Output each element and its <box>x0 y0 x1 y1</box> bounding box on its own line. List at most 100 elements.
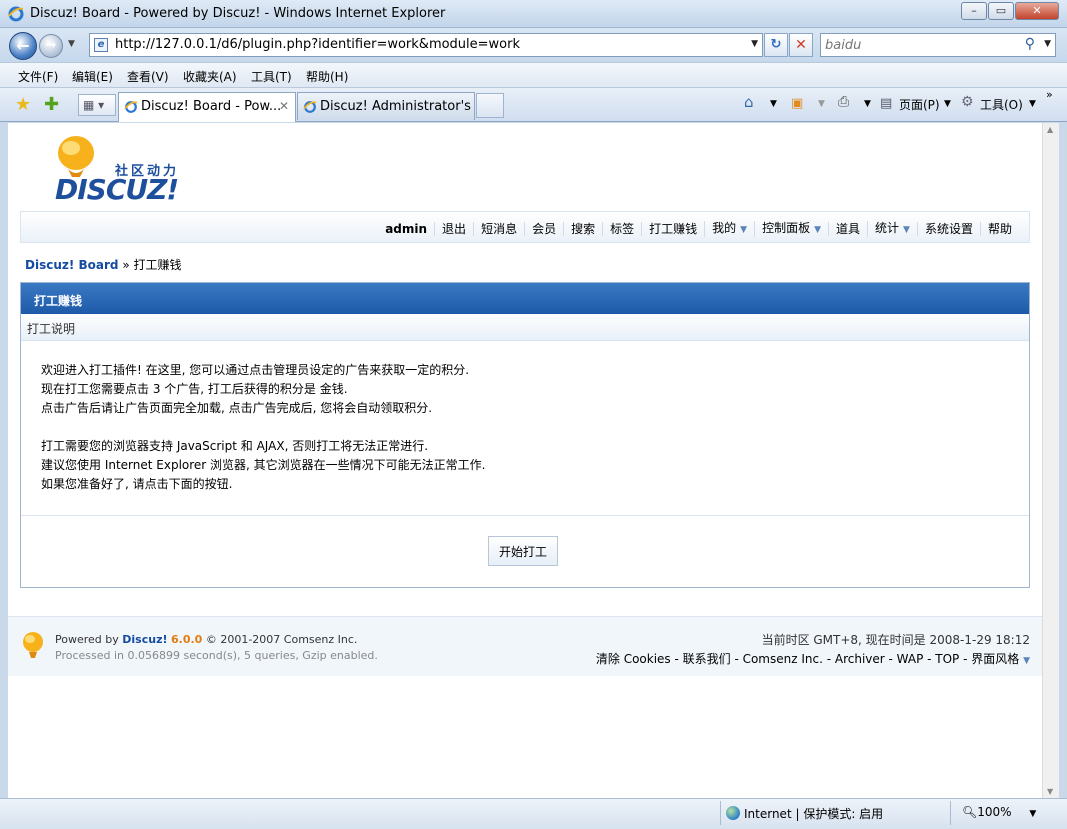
more-commands-icon[interactable]: » <box>1046 88 1053 101</box>
nav-tools[interactable]: 道具 <box>828 222 867 236</box>
nav-control-panel[interactable]: 控制面板 ▼ <box>754 221 828 237</box>
nav-help[interactable]: 帮助 <box>979 222 1019 236</box>
page-menu-icon[interactable]: ▤ <box>880 96 892 111</box>
nav-members[interactable]: 会员 <box>524 222 563 236</box>
processed-info: Processed in 0.056899 second(s), 5 queri… <box>55 649 378 662</box>
menu-view[interactable]: 查看(V) <box>127 68 169 85</box>
feeds-dropdown-icon[interactable]: ▼ <box>818 99 825 109</box>
footer-links-text[interactable]: 清除 Cookies - 联系我们 - Comsenz Inc. - Archi… <box>596 652 1019 666</box>
ie-logo-icon <box>8 6 24 22</box>
tab-discuz-admin[interactable]: Discuz! Administrator's ... <box>297 92 475 120</box>
window-title: Discuz! Board - Powered by Discuz! - Win… <box>30 6 446 21</box>
back-button[interactable]: ← <box>9 32 37 60</box>
version-link[interactable]: 6.0.0 <box>171 633 202 646</box>
refresh-button[interactable]: ↻ <box>764 33 788 57</box>
panel-title: 打工赚钱 <box>21 283 1029 314</box>
start-work-button[interactable]: 开始打工 <box>488 536 558 566</box>
page-menu-dropdown-icon[interactable]: ▼ <box>944 99 951 109</box>
discuz-link[interactable]: Discuz! <box>122 633 167 646</box>
nav-logout[interactable]: 退出 <box>434 222 473 236</box>
favorites-star-icon[interactable]: ★ <box>15 94 31 115</box>
address-row: ← → ▼ e http://127.0.0.1/d6/plugin.php?i… <box>0 28 1067 62</box>
breadcrumb-current: 打工赚钱 <box>133 258 182 272</box>
zone-text: Internet | 保护模式: 启用 <box>744 807 884 821</box>
status-bar: Internet | 保护模式: 启用 🔍︎100% ▼ <box>0 798 1067 829</box>
chevron-down-icon: ▼ <box>903 225 910 235</box>
scroll-up-icon[interactable]: ▲ <box>1047 125 1053 134</box>
nav-my-label: 我的 <box>712 221 737 235</box>
top-navigation: admin 退出 短消息 会员 搜索 标签 打工赚钱 我的 ▼ 控制面板 ▼ 道具 … <box>20 211 1030 243</box>
menu-help[interactable]: 帮助(H) <box>306 68 348 85</box>
page-menu[interactable]: 页面(P) <box>899 96 940 113</box>
breadcrumb-separator: » <box>118 258 134 272</box>
menu-edit[interactable]: 编辑(E) <box>72 68 113 85</box>
nav-work[interactable]: 打工赚钱 <box>641 222 704 236</box>
url-text[interactable]: http://127.0.0.1/d6/plugin.php?identifie… <box>115 37 520 52</box>
site-footer: Powered by Discuz! 6.0.0 © 2001-2007 Com… <box>8 616 1042 676</box>
feeds-icon[interactable]: ▣ <box>791 96 803 111</box>
page-icon: e <box>94 38 108 52</box>
nav-control-panel-label: 控制面板 <box>762 221 811 235</box>
history-dropdown-icon[interactable]: ▼ <box>68 39 75 49</box>
quick-tabs-button[interactable]: ▦ ▾ <box>78 94 116 116</box>
footer-links[interactable]: 清除 Cookies - 联系我们 - Comsenz Inc. - Archi… <box>596 650 1030 667</box>
gear-icon[interactable]: ⚙ <box>961 94 974 110</box>
instruction-line: 点击广告后请让广告页面完全加载, 点击广告完成后, 您将会自动领取积分. <box>41 401 433 415</box>
timezone-info: 当前时区 GMT+8, 现在时间是 2008-1-29 18:12 <box>761 633 1030 647</box>
search-icon[interactable]: ⚲ <box>1025 36 1035 52</box>
instruction-line: 建议您使用 Internet Explorer 浏览器, 其它浏览器在一些情况下… <box>41 458 486 472</box>
logo-text-en: DISCUZ! <box>55 173 179 206</box>
discuz-bulb-icon <box>23 632 43 658</box>
minimize-button[interactable]: – <box>961 2 987 20</box>
vertical-scrollbar[interactable]: ▲ ▼ <box>1042 123 1059 798</box>
ie-page-icon <box>124 101 138 113</box>
stop-button[interactable]: ✕ <box>789 33 813 57</box>
nav-tags[interactable]: 标签 <box>602 222 641 236</box>
menu-bar: 文件(F) 编辑(E) 查看(V) 收藏夹(A) 工具(T) 帮助(H) <box>0 62 1067 88</box>
address-dropdown-icon[interactable]: ▼ <box>751 39 758 49</box>
instruction-line: 如果您准备好了, 请点击下面的按钮. <box>41 477 233 491</box>
nav-stats-label: 统计 <box>875 221 900 235</box>
page-viewport: 社区动力 DISCUZ! admin 退出 短消息 会员 搜索 标签 打工赚钱 … <box>8 123 1042 798</box>
window-titlebar: Discuz! Board - Powered by Discuz! - Win… <box>0 0 1067 28</box>
instruction-line: 打工需要您的浏览器支持 JavaScript 和 AJAX, 否则打工将无法正常… <box>41 439 429 453</box>
tools-menu[interactable]: 工具(O) <box>980 96 1023 113</box>
print-dropdown-icon[interactable]: ▼ <box>864 99 871 109</box>
nav-messages[interactable]: 短消息 <box>473 222 524 236</box>
search-dropdown-icon[interactable]: ▼ <box>1044 39 1051 49</box>
security-zone[interactable]: Internet | 保护模式: 启用 <box>726 805 883 822</box>
zoom-control[interactable]: 🔍︎100% ▼ <box>962 805 1036 819</box>
home-icon[interactable]: ⌂ <box>744 93 754 111</box>
home-dropdown-icon[interactable]: ▼ <box>770 99 777 109</box>
menu-favorites[interactable]: 收藏夹(A) <box>183 68 237 85</box>
search-input[interactable] <box>825 36 1015 54</box>
new-tab-button[interactable] <box>476 93 504 118</box>
tab-label: Discuz! Board - Pow... <box>141 99 282 114</box>
close-window-button[interactable]: ✕ <box>1015 2 1059 20</box>
search-box[interactable]: ⚲ ▼ <box>820 33 1056 57</box>
nav-settings[interactable]: 系统设置 <box>916 222 980 236</box>
instruction-line: 欢迎进入打工插件! 在这里, 您可以通过点击管理员设定的广告来获取一定的积分. <box>41 363 470 377</box>
address-bar[interactable]: e http://127.0.0.1/d6/plugin.php?identif… <box>89 33 763 57</box>
breadcrumb-home-link[interactable]: Discuz! Board <box>25 258 119 272</box>
nav-stats[interactable]: 统计 ▼ <box>867 221 917 237</box>
chevron-down-icon[interactable]: ▼ <box>1023 656 1030 666</box>
work-panel: 打工赚钱 打工说明 欢迎进入打工插件! 在这里, 您可以通过点击管理员设定的广告… <box>20 282 1030 588</box>
print-icon[interactable]: ⎙ <box>838 94 849 110</box>
maximize-button[interactable]: ▭ <box>988 2 1014 20</box>
copyright: © 2001-2007 Comsenz Inc. <box>205 633 358 646</box>
menu-file[interactable]: 文件(F) <box>18 68 58 85</box>
nav-search[interactable]: 搜索 <box>563 222 602 236</box>
nav-username[interactable]: admin <box>378 222 434 236</box>
tab-discuz-board[interactable]: Discuz! Board - Pow... ✕ <box>118 92 296 122</box>
chevron-down-icon: ▼ <box>740 225 748 235</box>
add-favorite-icon[interactable]: ✚ <box>44 94 59 115</box>
zoom-dropdown-icon[interactable]: ▼ <box>1029 809 1036 819</box>
menu-tools[interactable]: 工具(T) <box>251 68 292 85</box>
close-tab-icon[interactable]: ✕ <box>279 99 289 113</box>
scroll-down-icon[interactable]: ▼ <box>1047 787 1053 796</box>
tab-label: Discuz! Administrator's ... <box>320 99 475 114</box>
forward-button[interactable]: → <box>39 34 63 58</box>
tools-menu-dropdown-icon[interactable]: ▼ <box>1029 99 1036 109</box>
nav-my[interactable]: 我的 ▼ <box>704 221 754 237</box>
